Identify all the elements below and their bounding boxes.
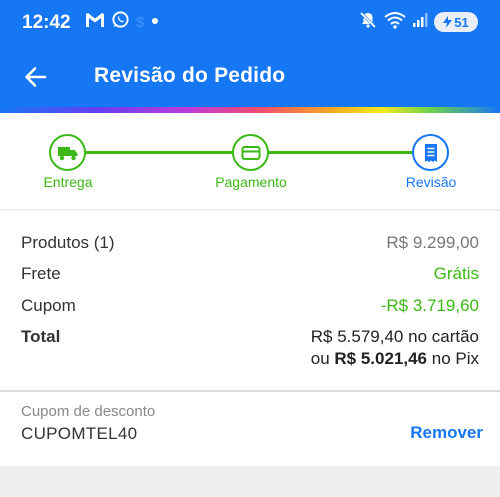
coupon-field-label: Cupom de desconto (21, 403, 156, 420)
truck-icon (57, 146, 77, 160)
coupon-section: Cupom de desconto CUPOMTEL40 Remover (0, 392, 500, 466)
app-bar: Revisão do Pedido (0, 44, 500, 107)
products-label: Produtos (1) (21, 233, 115, 252)
checkout-stepper: Entrega Pagamento Revisão (0, 113, 500, 210)
status-time: 12:42 (22, 12, 71, 33)
receipt-icon (424, 143, 437, 162)
remove-coupon-button[interactable]: Remover (410, 423, 483, 443)
step-label-entrega: Entrega (43, 174, 93, 190)
battery-indicator: 51 (434, 12, 478, 32)
total-card-amount: R$ 5.579,40 (310, 327, 404, 346)
dot-icon (150, 13, 160, 31)
header: 12:42 $ 51 Revisão do Pedido (0, 0, 500, 107)
total-pix-line: ou R$ 5.021,46 no Pix (311, 349, 479, 369)
total-pix-amount: R$ 5.021,46 (334, 349, 428, 368)
shipping-value: Grátis (433, 264, 479, 283)
total-label: Total (21, 327, 61, 346)
whatsapp-icon (111, 10, 130, 34)
gmail-icon (85, 12, 105, 33)
step-label-pagamento: Pagamento (215, 174, 287, 190)
arrow-left-icon (25, 67, 47, 87)
page-title: Revisão do Pedido (94, 64, 286, 87)
step-entrega[interactable] (49, 134, 86, 171)
total-card-line: R$ 5.579,40 no cartão (311, 327, 479, 347)
total-pix-prefix: ou (310, 349, 335, 368)
charging-icon (443, 16, 453, 28)
status-bar: 12:42 $ 51 (0, 0, 500, 44)
step-connector (268, 151, 414, 154)
battery-level: 51 (454, 14, 469, 30)
dollar-icon: $ (136, 13, 145, 31)
step-label-revisao: Revisão (405, 174, 457, 190)
step-pagamento[interactable] (232, 134, 269, 171)
coupon-discount-value: -R$ 3.719,60 (380, 296, 479, 315)
signal-icon (412, 12, 428, 33)
shipping-label: Frete (21, 264, 61, 283)
coupon-discount-label: Cupom (21, 296, 76, 315)
order-summary: Produtos (1) R$ 9.299,00 Frete Grátis Cu… (0, 212, 500, 390)
mute-icon (358, 10, 378, 35)
card-icon (241, 145, 260, 160)
system-icons: 51 (358, 10, 478, 34)
page-background (0, 466, 500, 497)
total-pix-suffix: no Pix (427, 349, 479, 368)
notification-icons: $ (85, 10, 160, 34)
wifi-icon (384, 11, 406, 34)
back-button[interactable] (22, 63, 50, 91)
coupon-code: CUPOMTEL40 (21, 424, 138, 443)
step-connector (84, 151, 234, 154)
total-card-suffix: no cartão (403, 327, 479, 346)
products-value: R$ 9.299,00 (386, 233, 479, 252)
step-revisao[interactable] (412, 134, 449, 171)
